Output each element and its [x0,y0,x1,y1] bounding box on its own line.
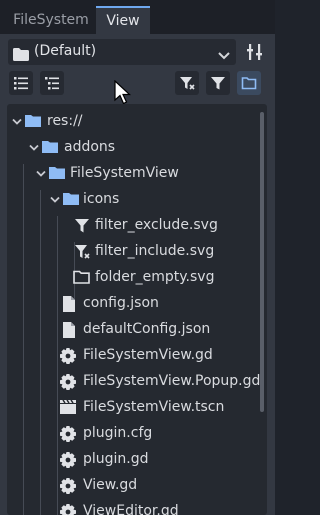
folder-icon [42,141,58,153]
tree-item[interactable]: folder_empty.svg [7,265,252,291]
tree-item-label: plugin.gd [83,451,149,467]
tree-item-label: plugin.cfg [83,425,153,441]
profile-dropdown[interactable]: (Default) [8,39,236,65]
filter-button[interactable] [206,71,230,95]
chevron-down-icon [50,196,60,203]
list-view-button[interactable] [9,71,33,95]
folder-outline-icon [241,77,257,90]
chevron-down-icon [36,170,46,177]
list-icon [14,77,28,90]
gear-icon [60,504,76,515]
file-icon [63,322,75,338]
tree-item[interactable]: res:// [7,109,252,135]
chevron-down-icon [29,144,39,151]
tree-list-icon [45,77,59,90]
chevron-down-icon [218,46,230,65]
tree-item-label: icons [83,191,120,207]
tree-item[interactable]: defaultConfig.json [7,317,252,343]
tree-item-label: FileSystemView.gd [83,347,213,363]
gear-icon [60,374,76,390]
tree-item-label: filter_exclude.svg [95,217,218,233]
folder-icon [63,193,79,205]
gear-icon [60,478,76,494]
tree-item[interactable]: filter_exclude.svg [7,213,252,239]
tree-item[interactable]: FileSystemView.gd [7,343,252,369]
tree-item-label: View.gd [83,477,138,493]
folder-icon [25,115,41,127]
tree-item[interactable]: FileSystemView.Popup.gd [7,369,260,395]
filter-include-icon [75,245,90,259]
tree-item[interactable]: FileSystemView.tscn [7,395,252,421]
tree-item[interactable]: addons [7,135,252,161]
file-icon [63,296,75,312]
folder-outline-icon [73,270,90,284]
tree-item-label: defaultConfig.json [83,321,211,337]
tree-item[interactable]: config.json [7,291,252,317]
tab-filesystem[interactable]: FileSystem [6,6,96,34]
tree-item-label: FileSystemView.tscn [83,399,225,415]
tab-view[interactable]: View [96,6,150,34]
dock-tab-bar: FileSystem View [0,0,275,34]
tree-item[interactable]: icons [7,187,252,213]
tree-view-button[interactable] [40,71,64,95]
tree-item-label: folder_empty.svg [95,269,215,285]
gear-icon [60,348,76,364]
filter-include-icon [180,77,195,90]
tree-item-label: filter_include.svg [95,243,215,259]
folder-icon [49,167,65,179]
tree-item[interactable]: plugin.gd [7,447,252,473]
tools-icon[interactable] [244,41,266,63]
gear-icon [60,426,76,442]
chevron-down-icon [12,118,22,125]
folder-icon [13,46,29,65]
filter-icon [75,219,89,233]
tree-item-label: ViewEditor.gd [83,503,179,515]
tree-item-label: FileSystemView.Popup.gd [83,373,261,389]
tree-item[interactable]: FileSystemView [7,161,252,187]
profile-dropdown-value: (Default) [34,43,97,59]
tree-scrollbar[interactable] [260,112,264,412]
tree-item[interactable]: filter_include.svg [7,239,252,265]
filter-icon [211,77,225,90]
tree-item-label: config.json [83,295,159,311]
tree-item[interactable]: plugin.cfg [7,421,252,447]
tree-item-label: addons [64,139,116,155]
file-tree[interactable]: res:// addons FileSystemView icons filte… [7,104,267,515]
view-panel: (Default) res:// addons FileSystemView i… [0,34,275,515]
tree-item-label: res:// [47,113,83,129]
gear-icon [60,452,76,468]
tree-item[interactable]: ViewEditor.gd [7,499,252,515]
tree-item[interactable]: View.gd [7,473,252,499]
tree-item-label: FileSystemView [70,165,179,181]
filter-include-button[interactable] [175,71,199,95]
clapperboard-icon [60,400,76,414]
show-empty-folders-button[interactable] [237,71,261,95]
